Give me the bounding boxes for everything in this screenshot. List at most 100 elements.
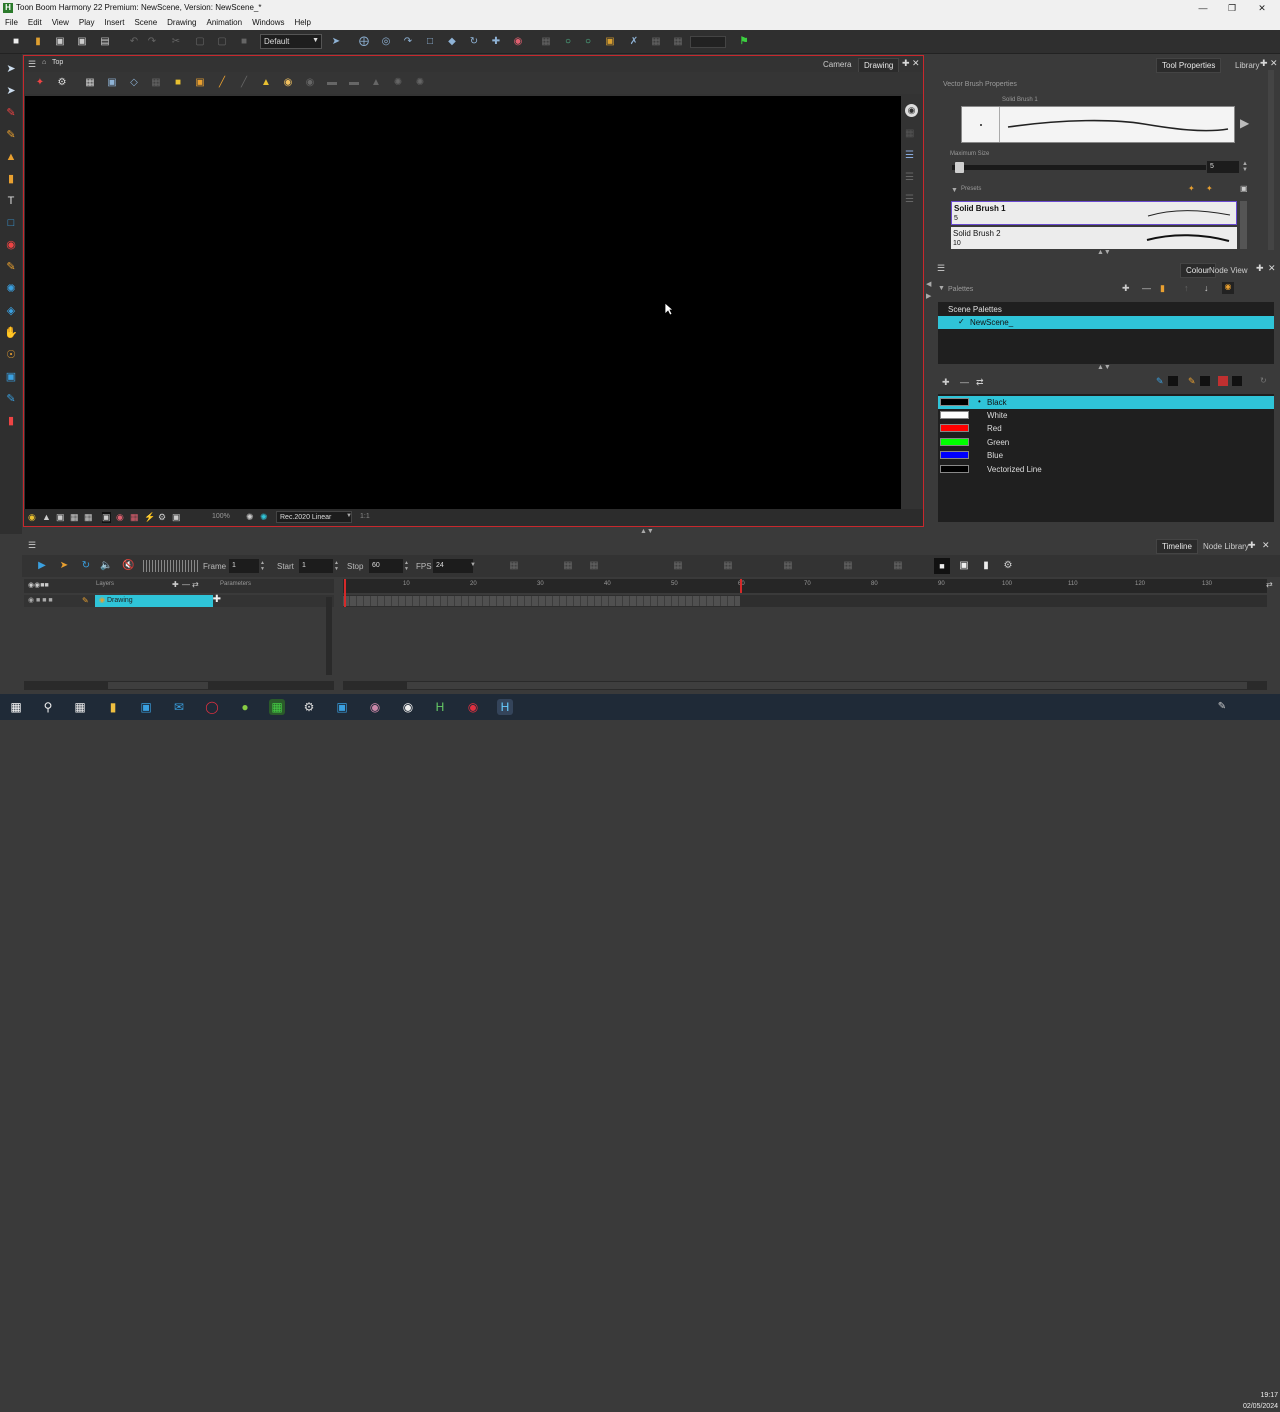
tool-icon[interactable]: ◉ [304,77,316,89]
add-keyframe-icon[interactable]: ✚ [213,594,221,605]
lock-icon[interactable]: ■ [172,77,184,89]
close-panel-icon[interactable]: ✕ [1268,263,1276,274]
slider-handle[interactable] [955,162,964,173]
timeline-empty-area[interactable] [343,608,1267,680]
start-input[interactable]: 1 [299,559,333,573]
workspace-preset-select[interactable]: Default ▼ [260,34,322,49]
store-icon[interactable]: ▣ [138,699,154,715]
pivot-icon[interactable]: ✚ [490,36,502,48]
system-clock[interactable]: 19:17 02/05/2024 [1234,1390,1278,1412]
playhead[interactable] [344,579,346,607]
tool-icon[interactable]: ▦ [722,560,734,572]
restore-button[interactable]: ❐ [1222,2,1242,14]
splitter-icon[interactable]: ▲▼ [640,528,654,535]
tool-icon[interactable]: ▦ [892,560,904,572]
hand-tool-icon[interactable]: ✋ [4,326,18,340]
presets-toggle-icon[interactable]: ▼ [951,187,958,194]
close-window-button[interactable]: ✕ [1252,2,1272,14]
hamburger-menu-icon[interactable]: ☰ [28,540,36,551]
extra-icon[interactable]: ▣ [172,512,181,523]
delete-icon[interactable]: ■ [238,36,250,48]
cut-icon[interactable]: ✂ [170,36,182,48]
timeline-settings-icon[interactable]: ⚙ [1002,560,1014,572]
rename-preset-icon[interactable]: ✦ [1206,184,1213,193]
task-view-icon[interactable]: ▦ [72,699,88,715]
tool-icon[interactable]: ▦ [508,560,520,572]
minimize-button[interactable]: — [1193,2,1213,14]
stepper-icon[interactable]: ▲ ▼ [260,560,265,572]
colour-item-vectorized-line[interactable]: Vectorized Line [938,463,1274,476]
preset-menu-icon[interactable]: ▣ [1240,184,1248,193]
zoom-level[interactable]: 100% [212,513,230,520]
layer-pencil-icon[interactable]: ✎ [82,596,89,605]
move-up-icon[interactable]: ↑ [1184,283,1189,293]
gear-icon[interactable]: ⚙ [158,512,166,523]
sound-scrub-icon[interactable]: 🔇 [122,560,134,572]
sound-icon[interactable]: 🔈 [100,560,112,572]
save-icon[interactable]: ▣ [54,36,66,48]
loop-icon[interactable]: ↻ [80,560,92,572]
menu-view[interactable]: View [47,16,74,29]
brush-preview[interactable] [961,106,1235,143]
new-scene-icon[interactable]: ■ [10,36,22,48]
snap-grid-icon[interactable]: ⨁ [358,36,370,48]
maximum-size-slider[interactable] [952,162,1206,173]
eraser-tool-icon[interactable]: ▮ [4,172,18,186]
search-icon[interactable]: ⚲ [40,699,56,715]
save-as-icon[interactable]: ▣ [76,36,88,48]
tool-icon[interactable]: ✺ [392,77,404,89]
pencil-tool-icon[interactable]: ✎ [4,128,18,142]
tab-node-view[interactable]: Node View [1204,264,1253,277]
fps-select[interactable]: 24 [433,559,473,573]
collapse-arrow-icon[interactable]: ◀ [926,280,931,288]
layer-visibility-icon[interactable]: ◉ ■ ■ ■ [28,596,53,604]
colour-item-white[interactable]: White [938,409,1274,422]
eye-view-icon[interactable]: ◉ [905,104,918,117]
mask-icon[interactable]: ▦ [130,512,139,523]
add-palette-icon[interactable]: ✚ [1122,283,1130,294]
colour-item-blue[interactable]: Blue [938,449,1274,462]
menu-scene[interactable]: Scene [129,16,162,29]
colour-item-red[interactable]: Red [938,422,1274,435]
colour-tool-icon[interactable]: ▮ [4,414,18,428]
app-icon[interactable]: ● [237,699,253,715]
playback-speed-slider[interactable] [143,560,199,572]
brush-expand-arrow-icon[interactable]: ▶ [1240,116,1249,130]
grid-toggle-icon[interactable]: ▦ [650,36,662,48]
bone-icon[interactable]: ○ [582,36,594,48]
import-icon[interactable]: ▤ [99,36,111,48]
add-tab-icon[interactable]: ✚ [1248,540,1256,551]
splitter-icon[interactable]: ▲▼ [1097,249,1111,256]
add-tab-icon[interactable]: ✚ [1260,58,1268,69]
close-view-icon[interactable]: ✕ [912,58,920,69]
app-icon[interactable]: ▣ [334,699,350,715]
frame-input[interactable]: 1 [229,559,259,573]
stepper-icon[interactable]: ▲ ▼ [334,560,339,572]
tool-properties-scrollbar[interactable] [1268,70,1274,250]
move-down-icon[interactable]: ↓ [1204,283,1209,293]
menu-help[interactable]: Help [290,16,316,29]
stepper-icon[interactable]: ▲ ▼ [1242,161,1248,173]
onion-skin-toggle-icon[interactable]: ◉ [116,512,124,523]
harmony-taskbar-icon[interactable]: H [432,699,448,715]
splitter-icon[interactable]: ▲▼ [1097,364,1111,371]
tab-camera[interactable]: Camera [818,58,856,71]
palette-folder-icon[interactable]: ▮ [1160,283,1165,294]
layer-frames[interactable] [343,595,1267,607]
layers-icon[interactable]: ▦ [905,128,914,139]
menu-edit[interactable]: Edit [23,16,47,29]
frames-horizontal-scrollbar[interactable] [343,681,1267,690]
frame-icon[interactable]: ▣ [102,512,111,523]
camera-mask-icon[interactable]: ▣ [56,512,65,523]
fill-icon[interactable]: ▣ [194,77,206,89]
menu-drawing[interactable]: Drawing [162,16,201,29]
stop-motion-icon[interactable]: ▣ [958,560,970,572]
app-icon[interactable]: ◉ [465,699,481,715]
minecraft-icon[interactable]: ▦ [269,699,285,715]
colour-space-select[interactable]: Rec.2020 Linear [276,511,352,523]
paint-colour-icon[interactable] [1218,376,1228,386]
tool-icon[interactable]: ✺ [414,77,426,89]
menu-file[interactable]: File [0,16,23,29]
snap-contour-icon[interactable]: ↷ [402,36,414,48]
frame-ruler[interactable]: 10 20 30 40 50 60 70 80 90 100 110 120 1… [343,579,1267,593]
